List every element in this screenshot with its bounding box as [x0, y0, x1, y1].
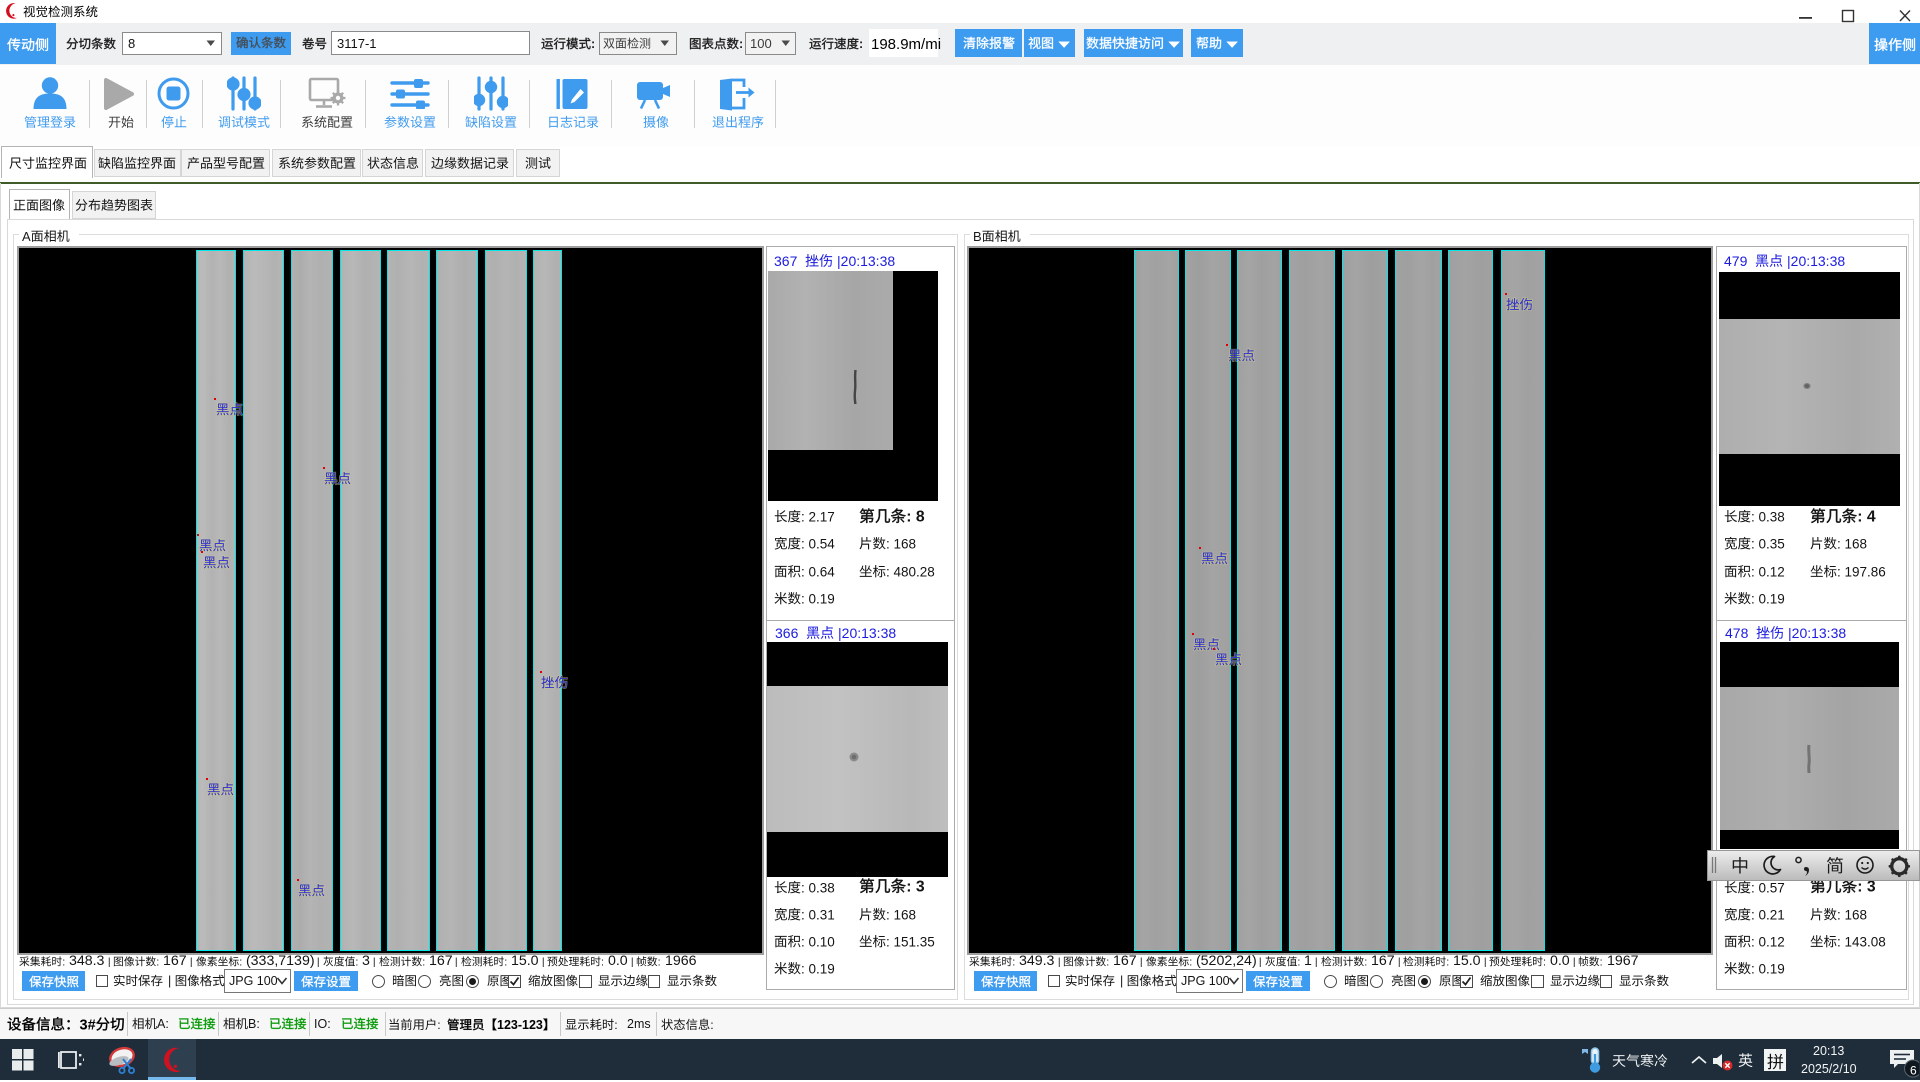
svg-text:167: 167	[425, 953, 453, 969]
svg-text:348.3: 348.3	[65, 953, 105, 969]
svg-text:|: |	[168, 974, 175, 988]
svg-text:: 3: : 3	[906, 879, 925, 896]
svg-text:: 0.19: : 0.19	[1751, 591, 1785, 606]
svg-text::: :	[437, 1018, 440, 1032]
svg-text:|20:13:38: |20:13:38	[1784, 624, 1846, 640]
svg-text:1966: 1966	[661, 953, 697, 969]
svg-text:479: 479	[1724, 252, 1755, 268]
svg-text:123-123: 123-123	[497, 1018, 543, 1032]
svg-text:: 0.38: : 0.38	[801, 880, 835, 895]
svg-text:: 0.57: : 0.57	[1751, 880, 1785, 895]
svg-text:(333,7139): (333,7139)	[242, 953, 315, 969]
svg-text:6: 6	[1910, 1063, 1917, 1077]
svg-text:|20:13:38: |20:13:38	[834, 624, 896, 640]
svg-text:|20:13:38: |20:13:38	[1784, 252, 1846, 268]
svg-text:A: A	[22, 228, 31, 243]
svg-text:IO:: IO:	[314, 1017, 331, 1031]
svg-text:: 168: : 168	[886, 537, 916, 552]
svg-text:478: 478	[1725, 624, 1756, 640]
svg-text:: 168: : 168	[1837, 537, 1867, 552]
svg-text:: 151.35: : 151.35	[886, 934, 935, 949]
svg-text:: 0.12: : 0.12	[1751, 934, 1785, 949]
svg-text:: 4: : 4	[1857, 508, 1876, 525]
svg-text:366: 366	[775, 624, 806, 640]
svg-text:8: 8	[128, 36, 135, 51]
svg-text::: :	[859, 37, 863, 51]
svg-text:: 0.19: : 0.19	[1751, 961, 1785, 976]
svg-text:|: |	[1120, 974, 1127, 988]
svg-text:15.0: 15.0	[1449, 953, 1481, 969]
svg-text:: 0.35: : 0.35	[1751, 537, 1785, 552]
svg-text:1967: 1967	[1603, 953, 1639, 969]
svg-text:: 0.38: : 0.38	[1751, 509, 1785, 524]
svg-text:: 2.17: : 2.17	[801, 509, 835, 524]
svg-text:167: 167	[159, 953, 187, 969]
svg-text:198.9m/mi: 198.9m/mi	[871, 35, 941, 52]
svg-text:: 0.19: : 0.19	[801, 961, 835, 976]
svg-text:349.3: 349.3	[1015, 953, 1055, 969]
svg-text:|20:13:38: |20:13:38	[833, 252, 895, 268]
svg-text:: 0.54: : 0.54	[801, 537, 835, 552]
svg-text::: :	[615, 1018, 618, 1032]
svg-text:3#: 3#	[79, 1017, 95, 1033]
svg-text:: 8: : 8	[906, 508, 925, 525]
svg-text:A:: A:	[157, 1017, 169, 1031]
svg-text:: 0.12: : 0.12	[1751, 564, 1785, 579]
svg-text:3117-1: 3117-1	[337, 36, 377, 51]
svg-text::: :	[739, 37, 743, 51]
svg-text:: 0.19: : 0.19	[801, 591, 835, 606]
svg-text:: 0.21: : 0.21	[1751, 907, 1785, 922]
svg-text:: 3: : 3	[1857, 879, 1876, 896]
svg-text::: :	[710, 1018, 713, 1032]
svg-text:: 143.08: : 143.08	[1837, 934, 1886, 949]
svg-text:367: 367	[774, 252, 805, 268]
svg-text::: :	[591, 37, 595, 51]
svg-text:: 0.10: : 0.10	[801, 934, 835, 949]
svg-text:: 197.86: : 197.86	[1837, 564, 1886, 579]
svg-text:: 480.28: : 480.28	[886, 564, 935, 579]
svg-text:167: 167	[1367, 953, 1395, 969]
svg-text:JPG 100: JPG 100	[229, 974, 278, 988]
svg-text:JPG 100: JPG 100	[1181, 974, 1230, 988]
svg-text:: 0.64: : 0.64	[801, 564, 835, 579]
svg-text:2025/2/10: 2025/2/10	[1801, 1062, 1857, 1076]
svg-text:B: B	[973, 228, 982, 243]
svg-text:20:13: 20:13	[1813, 1044, 1844, 1058]
svg-text:B:: B:	[248, 1017, 260, 1031]
svg-text:: 168: : 168	[1837, 907, 1867, 922]
svg-text:100: 100	[750, 35, 772, 50]
svg-text:: 0.31: : 0.31	[801, 907, 835, 922]
svg-text:167: 167	[1109, 953, 1137, 969]
svg-text:2ms: 2ms	[627, 1017, 651, 1031]
svg-text:: 168: : 168	[886, 907, 916, 922]
svg-text:(5202,24): (5202,24)	[1192, 953, 1257, 969]
svg-text:15.0: 15.0	[507, 953, 539, 969]
